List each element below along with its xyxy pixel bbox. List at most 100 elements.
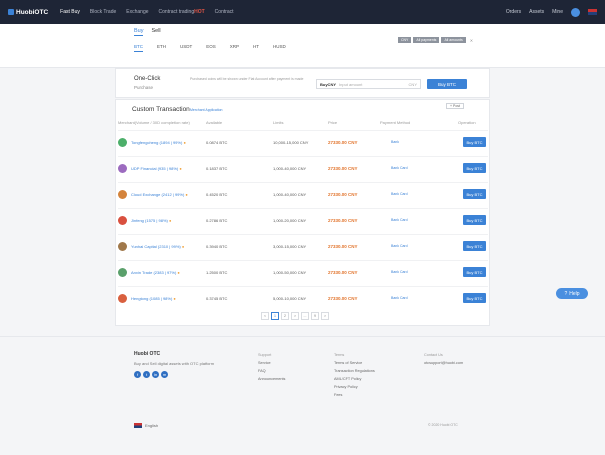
buy-btc-button[interactable]: Buy BTC: [463, 293, 486, 303]
limits: 3,000-15,000 CNY: [273, 244, 307, 249]
merchant-avatar[interactable]: [118, 138, 127, 147]
coin-tab-xrp[interactable]: XRP: [230, 44, 239, 52]
payment-method: Bank Card: [391, 192, 408, 196]
top-nav: HuobiOTC Fast Buy Block Trade Exchange C…: [0, 0, 605, 24]
coin-tab-eos[interactable]: EOS: [206, 44, 216, 52]
footer-contact-heading: Contact Us: [424, 353, 443, 357]
merchant-avatar[interactable]: [118, 190, 127, 199]
amount-placeholder: Input amount: [339, 81, 363, 87]
payment-filter[interactable]: All payments: [413, 37, 440, 43]
verified-badge-icon: ●: [173, 296, 176, 301]
merchant-avatar[interactable]: [118, 216, 127, 225]
nav-block-trade[interactable]: Block Trade: [90, 9, 116, 15]
available-amount: 0.3940 BTC: [206, 244, 228, 249]
pager-page-1[interactable]: 1: [271, 312, 279, 320]
merchant-name[interactable]: Hengtong (1085 | 98%) ●: [131, 296, 176, 301]
available-amount: 0.2786 BTC: [206, 218, 228, 223]
table-header: Merchant(Volume / 30D completion rate) A…: [118, 118, 488, 130]
table-row: Tongfengcheng (1894 | 99%) ● 0.0874 BTC 10…: [118, 130, 488, 156]
currency-filter[interactable]: CNY: [398, 37, 412, 43]
footer-support: Support Service FAQ Announcements: [258, 351, 285, 383]
help-label: Help: [569, 290, 580, 297]
amount-currency: BuyCNY: [320, 81, 337, 87]
nav-assets[interactable]: Assets: [529, 9, 544, 15]
help-button[interactable]: ? Help: [556, 288, 588, 299]
payment-method: Bank Card: [391, 218, 408, 222]
price: 27330.00 CNY: [328, 192, 358, 197]
nav-mine[interactable]: Mine: [552, 9, 563, 15]
twitter-icon[interactable]: t: [143, 371, 150, 378]
merchant-name[interactable]: Cloud Exchange (2412 | 99%) ●: [131, 192, 188, 197]
buy-btc-button[interactable]: Buy BTC: [463, 267, 486, 277]
buy-btc-button[interactable]: Buy BTC: [463, 163, 486, 173]
amount-filter[interactable]: All amounts: [441, 37, 466, 43]
medium-icon[interactable]: m: [161, 371, 168, 378]
merchant-avatar[interactable]: [118, 268, 127, 277]
logo[interactable]: HuobiOTC: [8, 9, 48, 16]
nav-contract[interactable]: Contract: [215, 9, 234, 15]
tab-sell[interactable]: Sell: [151, 28, 160, 36]
nav-contract-trading-label: Contract trading: [158, 9, 195, 15]
merchant-name[interactable]: Jinfeng (1575 | 98%) ●: [131, 218, 171, 223]
clear-filter-icon[interactable]: ✕: [470, 38, 473, 43]
merchant-name-text: UDP Financial (935 | 98%): [131, 166, 179, 171]
merchant-avatar[interactable]: [118, 294, 127, 303]
avatar[interactable]: [571, 7, 580, 17]
footer-link[interactable]: Announcements: [258, 375, 285, 383]
merchant-name[interactable]: Yunhai Capital (2310 | 99%) ●: [131, 244, 184, 249]
merchant-name-text: Anxin Trade (2383 | 97%): [131, 270, 177, 275]
limits: 5,000-10,000 CNY: [273, 296, 307, 301]
one-click-subtitle: Purchase: [134, 85, 154, 90]
logo-icon: [8, 9, 14, 15]
pager-next[interactable]: >: [321, 312, 329, 320]
nav-orders[interactable]: Orders: [506, 9, 521, 15]
limits: 1,000-20,000 CNY: [273, 218, 307, 223]
pager-page-2[interactable]: 2: [281, 312, 289, 320]
merchant-avatar[interactable]: [118, 242, 127, 251]
facebook-icon[interactable]: f: [134, 371, 141, 378]
pager-prev[interactable]: <: [261, 312, 269, 320]
merchant-name-text: Hengtong (1085 | 98%): [131, 296, 173, 301]
verified-badge-icon: ●: [179, 166, 182, 171]
buy-btc-button[interactable]: Buy BTC: [463, 137, 486, 147]
footer-link[interactable]: Service: [258, 359, 285, 367]
coin-tab-husd[interactable]: HUSD: [273, 44, 286, 52]
nav-contract-trading[interactable]: Contract tradingHOT: [159, 9, 205, 15]
merchant-name[interactable]: Tongfengcheng (1894 | 99%) ●: [131, 140, 186, 145]
buy-btc-button[interactable]: Buy BTC: [463, 215, 486, 225]
merchant-avatar[interactable]: [118, 164, 127, 173]
contact-email[interactable]: otcsupport@huobi.com: [424, 359, 463, 367]
nav-exchange[interactable]: Exchange: [126, 9, 148, 15]
coin-tab-btc[interactable]: BTC: [134, 44, 143, 52]
footer-link[interactable]: AML/CFT Policy: [334, 375, 375, 383]
footer-link[interactable]: Privacy Policy: [334, 383, 375, 391]
amount-input[interactable]: BuyCNY Input amount CNY: [316, 79, 421, 89]
merchant-name[interactable]: Anxin Trade (2383 | 97%) ●: [131, 270, 180, 275]
coin-tab-ht[interactable]: HT: [253, 44, 259, 52]
footer-link[interactable]: Fees: [334, 391, 375, 399]
merchant-name[interactable]: UDP Financial (935 | 98%) ●: [131, 166, 182, 171]
footer-link[interactable]: FAQ: [258, 367, 285, 375]
linkedin-icon[interactable]: in: [152, 371, 159, 378]
pager-next-small[interactable]: >: [291, 312, 299, 320]
coin-tab-usdt[interactable]: USDT: [180, 44, 192, 52]
buy-btc-button[interactable]: Buy BTC: [463, 241, 486, 251]
nav-fast-buy[interactable]: Fast Buy: [60, 9, 80, 15]
language-selector[interactable]: English: [134, 423, 158, 428]
table-row: Anxin Trade (2383 | 97%) ● 1.2500 BTC 1,00…: [118, 260, 488, 286]
language-label: English: [145, 423, 159, 428]
post-ad-button[interactable]: + Post: [446, 103, 464, 109]
merchant-application-link[interactable]: Merchant Application: [190, 108, 223, 112]
language-flag-icon[interactable]: [588, 9, 597, 15]
footer-link[interactable]: Terms of Service: [334, 359, 375, 367]
available-amount: 0.1837 BTC: [206, 166, 228, 171]
tab-buy[interactable]: Buy: [134, 28, 144, 36]
footer-contact: Contact Us otcsupport@huobi.com: [424, 351, 463, 367]
footer-link[interactable]: Transaction Regulations: [334, 367, 375, 375]
buy-btc-button[interactable]: Buy BTC: [463, 189, 486, 199]
one-click-buy-button[interactable]: Buy BTC: [427, 79, 467, 89]
verified-badge-icon: ●: [177, 270, 180, 275]
pager-page-last[interactable]: 9: [311, 312, 319, 320]
table-row: UDP Financial (935 | 98%) ● 0.1837 BTC 1,0…: [118, 156, 488, 182]
coin-tab-eth[interactable]: ETH: [157, 44, 166, 52]
